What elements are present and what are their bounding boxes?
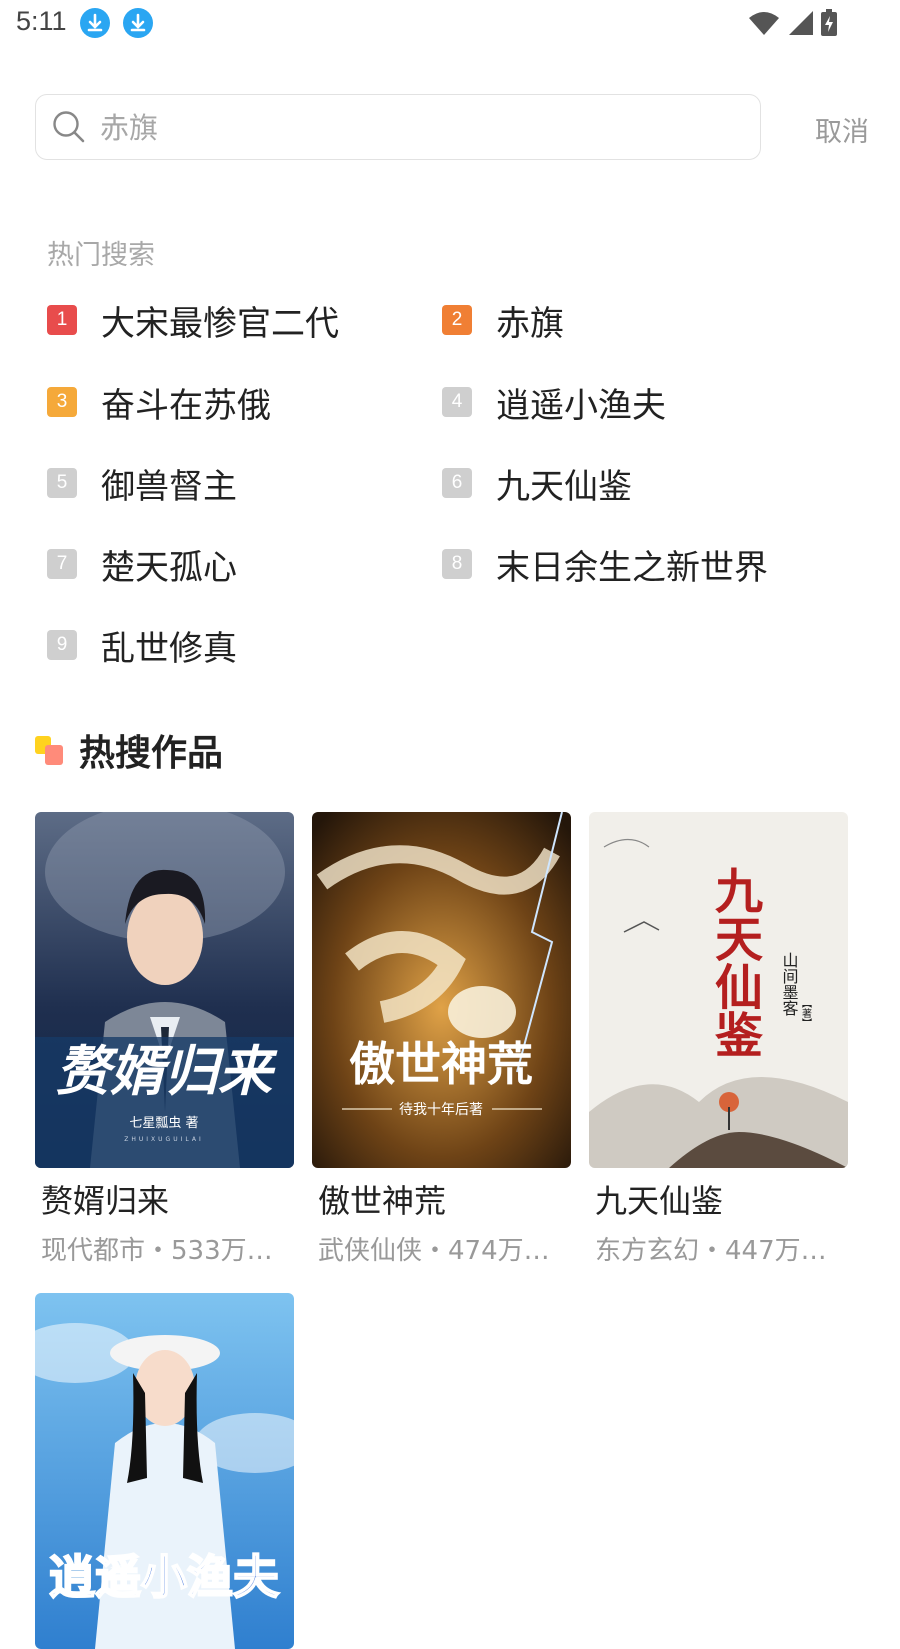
hot-search-item[interactable]: 4 逍遥小渔夫 [442, 382, 666, 426]
battery-charging-icon [821, 9, 837, 36]
hot-search-item[interactable]: 5 御兽督主 [47, 463, 237, 507]
cover-author-text: 待我十年后著 [399, 1102, 483, 1118]
book-meta: 武侠仙侠・474万… [318, 1236, 550, 1266]
hot-search-label: 九天仙鉴 [496, 466, 632, 507]
cover-pinyin-text: ZHUIXUGUILAI [124, 1136, 203, 1143]
hot-works-header: 热搜作品 [35, 728, 223, 774]
search-icon [53, 111, 85, 143]
book-cover-image: 赘婿归来 七星瓢虫 著 ZHUIXUGUILAI [35, 812, 294, 1168]
cover-author-text: 山间墨客 [780, 952, 799, 1016]
hot-search-label: 大宋最惨官二代 [101, 303, 339, 344]
hot-search-item[interactable]: 1 大宋最惨官二代 [47, 300, 339, 344]
hot-search-label: 逍遥小渔夫 [496, 385, 666, 426]
book-card[interactable]: 逍遥小渔夫 [35, 1293, 294, 1649]
rank-badge: 2 [442, 305, 472, 335]
hot-search-label: 末日余生之新世界 [496, 547, 768, 588]
hot-search-title: 热门搜索 [47, 240, 155, 271]
hot-search-label: 乱世修真 [101, 628, 237, 669]
cancel-button[interactable]: 取消 [815, 110, 869, 149]
rank-badge: 6 [442, 468, 472, 498]
cover-title-text: 逍遥小渔夫 [49, 1550, 280, 1604]
book-cover-image: 九天仙鉴 山间墨客 【著】 [589, 812, 848, 1168]
hot-search-label: 御兽督主 [101, 466, 237, 507]
cover-author-tag: 【著】 [800, 998, 812, 1028]
download-notification-icon [80, 8, 110, 38]
book-meta: 东方玄幻・447万… [595, 1236, 827, 1266]
book-meta: 现代都市・533万… [41, 1236, 273, 1266]
rank-badge: 3 [47, 387, 77, 417]
hot-search-item[interactable]: 2 赤旗 [442, 300, 564, 344]
hot-search-item[interactable]: 6 九天仙鉴 [442, 463, 632, 507]
book-card[interactable]: 九天仙鉴 山间墨客 【著】 九天仙鉴 东方玄幻・447万… [589, 812, 848, 1267]
hot-search-label: 赤旗 [496, 303, 564, 344]
book-cover-image: 逍遥小渔夫 [35, 1293, 294, 1649]
status-time: 5:11 [16, 6, 67, 36]
rank-badge: 7 [47, 549, 77, 579]
download-notification-icon [123, 8, 153, 38]
hot-search-item[interactable]: 7 楚天孤心 [47, 544, 237, 588]
book-card[interactable]: 傲世神荒 待我十年后著 傲世神荒 武侠仙侠・474万… [312, 812, 571, 1267]
rank-badge: 5 [47, 468, 77, 498]
cover-title-text: 九天仙鉴 [706, 866, 763, 1058]
section-mark-icon [35, 734, 65, 766]
rank-badge: 8 [442, 549, 472, 579]
search-box[interactable] [35, 94, 761, 160]
book-title: 九天仙鉴 [595, 1182, 724, 1220]
section-title: 热搜作品 [79, 733, 224, 774]
hot-search-label: 楚天孤心 [101, 547, 237, 588]
cover-author-text: 七星瓢虫 著 [129, 1116, 198, 1131]
book-title: 傲世神荒 [318, 1182, 447, 1220]
signal-icon [789, 11, 813, 35]
hot-search-label: 奋斗在苏俄 [101, 385, 271, 426]
cover-title-text: 傲世神荒 [349, 1037, 533, 1091]
book-title: 赘婿归来 [41, 1182, 170, 1220]
rank-badge: 4 [442, 387, 472, 417]
wifi-icon [749, 12, 779, 35]
search-input[interactable] [98, 103, 742, 153]
hot-search-item[interactable]: 3 奋斗在苏俄 [47, 382, 271, 426]
rank-badge: 1 [47, 305, 77, 335]
status-bar: 5:11 [0, 0, 900, 48]
hot-search-item[interactable]: 9 乱世修真 [47, 625, 237, 669]
cover-title-text: 赘婿归来 [56, 1040, 278, 1103]
book-cover-image: 傲世神荒 待我十年后著 [312, 812, 571, 1168]
hot-search-item[interactable]: 8 末日余生之新世界 [442, 544, 768, 588]
book-card[interactable]: 赘婿归来 七星瓢虫 著 ZHUIXUGUILAI 赘婿归来 现代都市・533万… [35, 812, 294, 1267]
rank-badge: 9 [47, 630, 77, 660]
